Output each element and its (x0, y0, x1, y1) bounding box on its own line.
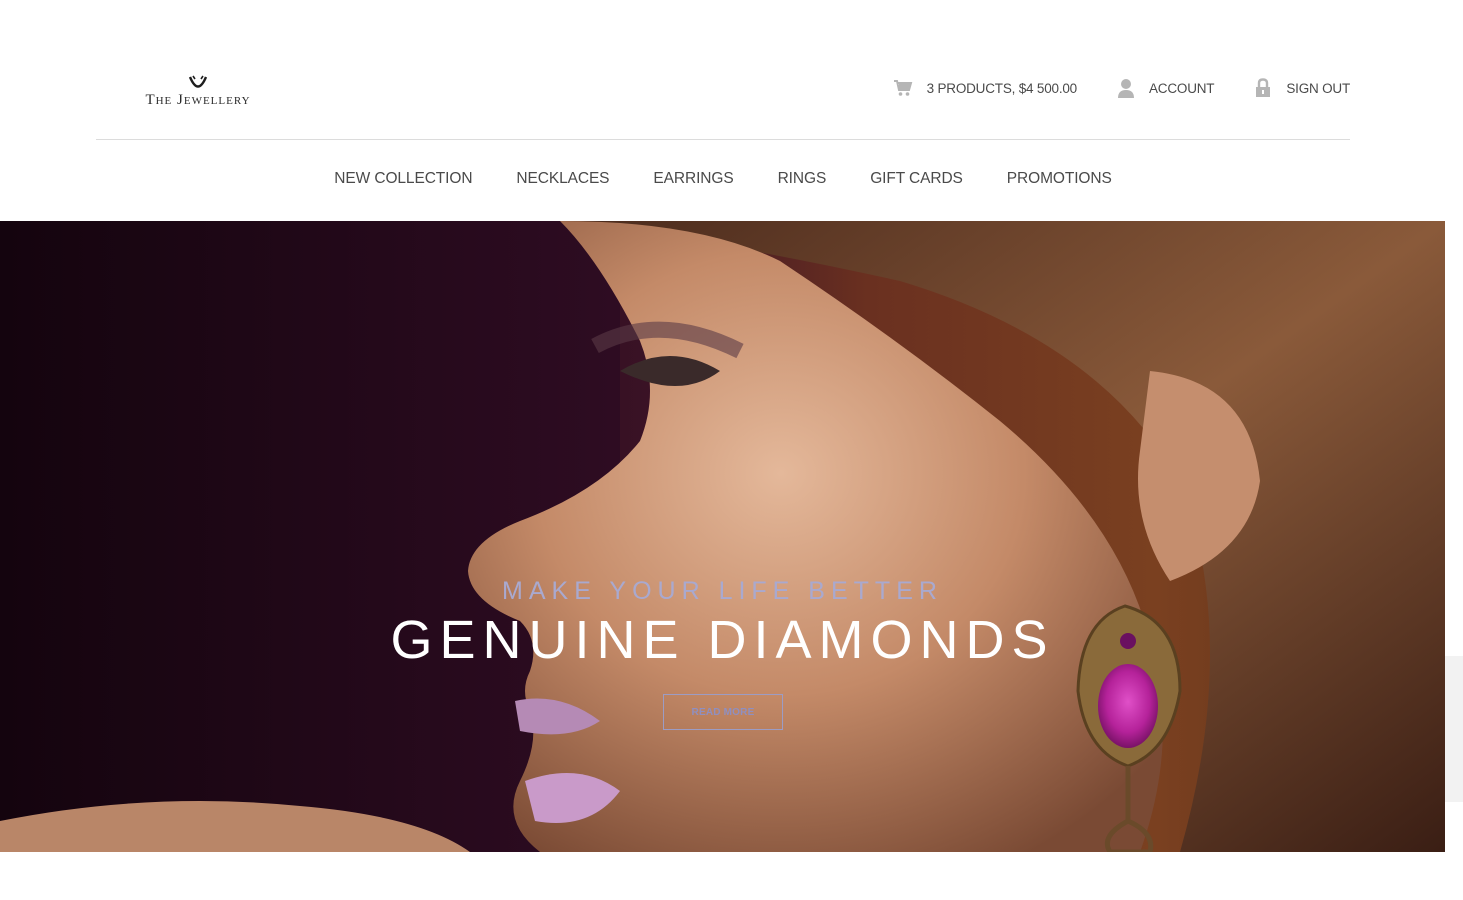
nav-item-earrings[interactable]: EARRINGS (653, 170, 733, 194)
brand-logo[interactable]: The Jewellery (138, 74, 258, 114)
cart-icon (893, 80, 912, 96)
hero-title: GENUINE DIAMONDS (390, 610, 1055, 670)
hero-banner: MAKE YOUR LIFE BETTER GENUINE DIAMONDS R… (0, 221, 1445, 852)
nav-item-rings[interactable]: RINGS (778, 170, 827, 194)
page: The Jewellery 3 PRODUCTS, $4 500.00 ACCO… (0, 0, 1463, 900)
lock-icon (1256, 78, 1271, 97)
brand-name: The Jewellery (145, 92, 251, 108)
sign-out-link[interactable]: SIGN OUT (1254, 78, 1350, 98)
main-nav: NEW COLLECTION NECKLACES EARRINGS RINGS … (0, 170, 1446, 194)
nav-item-gift-cards[interactable]: GIFT CARDS (870, 170, 963, 194)
user-icon (1117, 79, 1134, 98)
cart-summary: 3 PRODUCTS, $4 500.00 (926, 80, 1078, 96)
nav-item-new-collection[interactable]: NEW COLLECTION (334, 170, 472, 194)
nav-item-promotions[interactable]: PROMOTIONS (1007, 170, 1112, 194)
utility-bar: 3 PRODUCTS, $4 500.00 ACCOUNT SIGN OUT (893, 76, 1350, 100)
cart-link[interactable]: 3 PRODUCTS, $4 500.00 (893, 79, 1077, 97)
account-link[interactable]: ACCOUNT (1117, 78, 1215, 98)
header-divider (96, 139, 1350, 140)
ring-logo-icon (188, 75, 208, 88)
sign-out-label: SIGN OUT (1286, 80, 1350, 96)
side-strip (1445, 656, 1463, 802)
read-more-button[interactable]: READ MORE (663, 694, 783, 730)
hero-image (0, 221, 1445, 852)
hero-subtitle: MAKE YOUR LIFE BETTER (502, 577, 943, 605)
nav-item-necklaces[interactable]: NECKLACES (516, 170, 609, 194)
account-label: ACCOUNT (1148, 80, 1215, 96)
